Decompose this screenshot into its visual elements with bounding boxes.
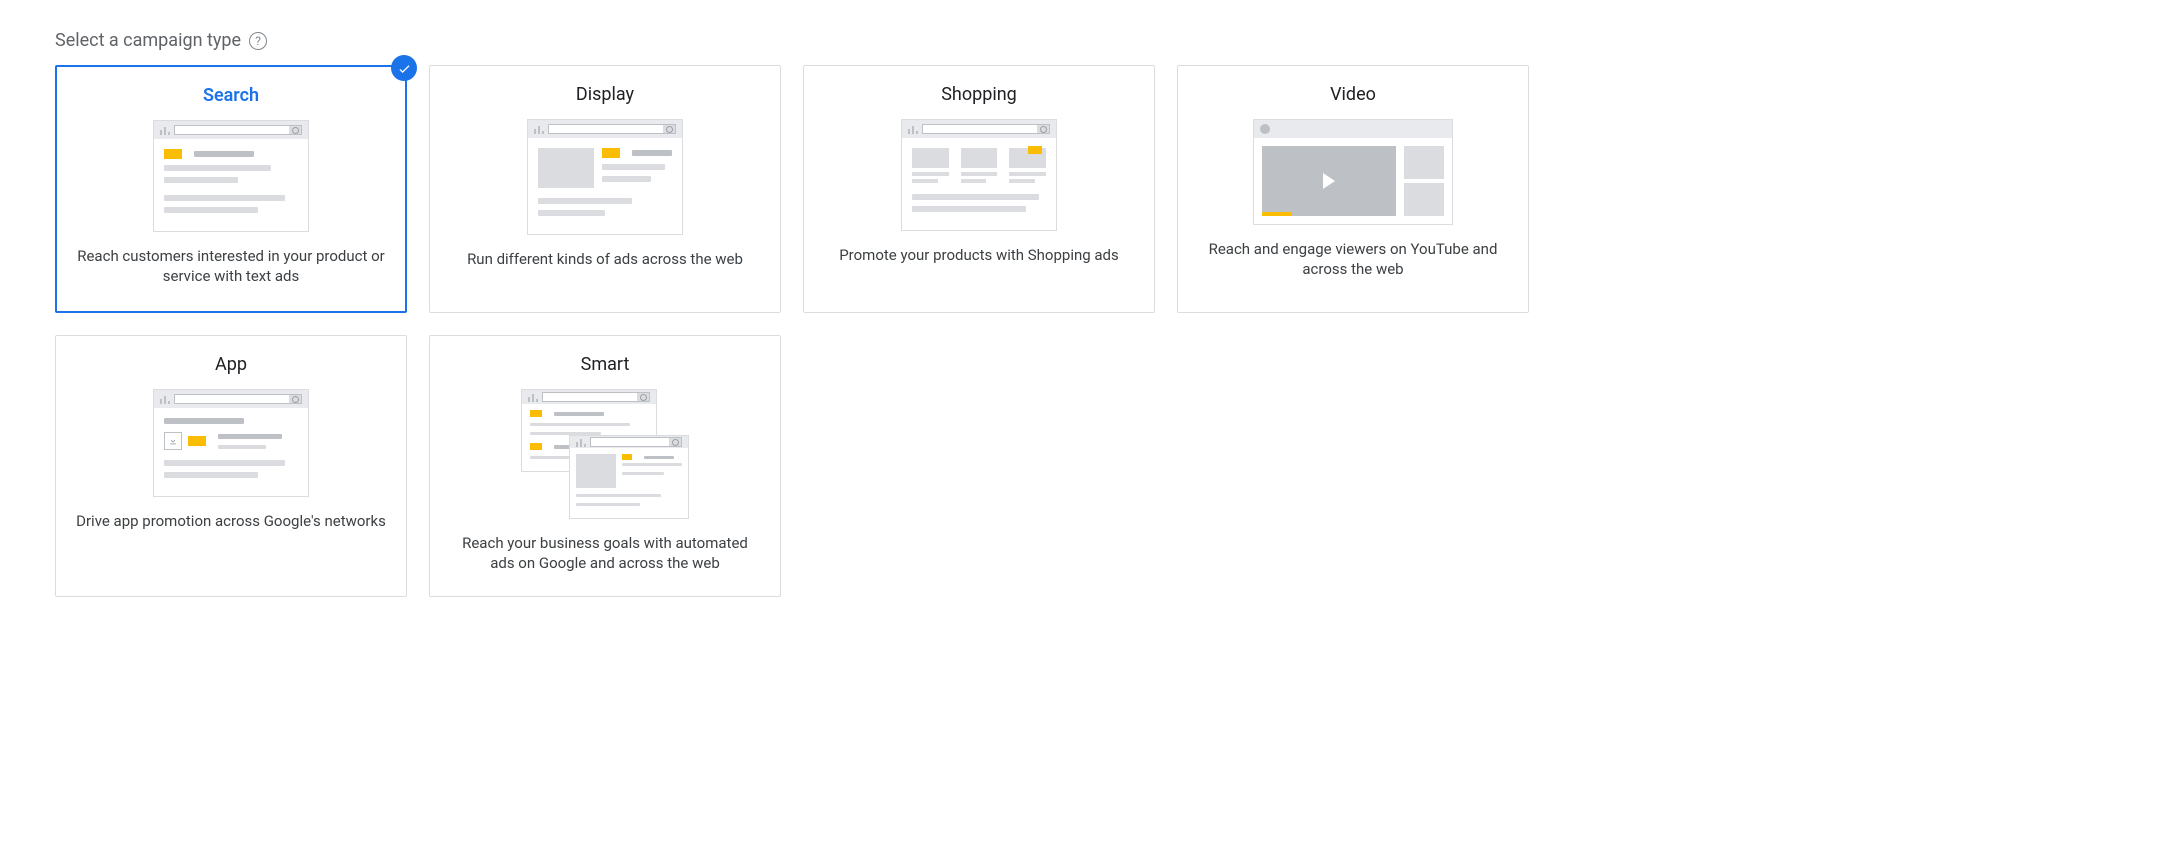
smart-thumbnail-icon [521, 389, 689, 519]
campaign-card-shopping[interactable]: Shopping Promote your products with Shop… [803, 65, 1155, 313]
card-title: Display [576, 84, 634, 105]
help-icon[interactable]: ? [249, 32, 267, 50]
campaign-card-app[interactable]: App Drive app promotion across Google's … [55, 335, 407, 597]
campaign-card-video[interactable]: Video Reach and engage viewers on YouTub… [1177, 65, 1529, 313]
card-description: Promote your products with Shopping ads [839, 245, 1119, 265]
selected-check-icon [391, 55, 417, 81]
display-thumbnail-icon [527, 119, 683, 235]
campaign-card-search[interactable]: Search Reach customers interested in you… [55, 65, 407, 313]
campaign-card-smart[interactable]: Smart [429, 335, 781, 597]
card-description: Reach and engage viewers on YouTube and … [1198, 239, 1508, 280]
heading-text: Select a campaign type [55, 30, 241, 51]
video-thumbnail-icon [1253, 119, 1453, 225]
app-thumbnail-icon [153, 389, 309, 497]
card-title: Search [203, 85, 259, 106]
card-title: Shopping [941, 84, 1017, 105]
campaign-type-grid: Search Reach customers interested in you… [55, 65, 2111, 597]
card-title: App [215, 354, 247, 375]
shopping-thumbnail-icon [901, 119, 1057, 231]
search-thumbnail-icon [153, 120, 309, 232]
card-description: Reach your business goals with automated… [450, 533, 760, 574]
card-description: Drive app promotion across Google's netw… [76, 511, 386, 531]
card-title: Smart [581, 354, 630, 375]
section-heading: Select a campaign type ? [55, 30, 2111, 51]
campaign-card-display[interactable]: Display Run different kinds of ads acros… [429, 65, 781, 313]
card-title: Video [1330, 84, 1376, 105]
card-description: Run different kinds of ads across the we… [467, 249, 743, 269]
card-description: Reach customers interested in your produ… [77, 246, 385, 287]
